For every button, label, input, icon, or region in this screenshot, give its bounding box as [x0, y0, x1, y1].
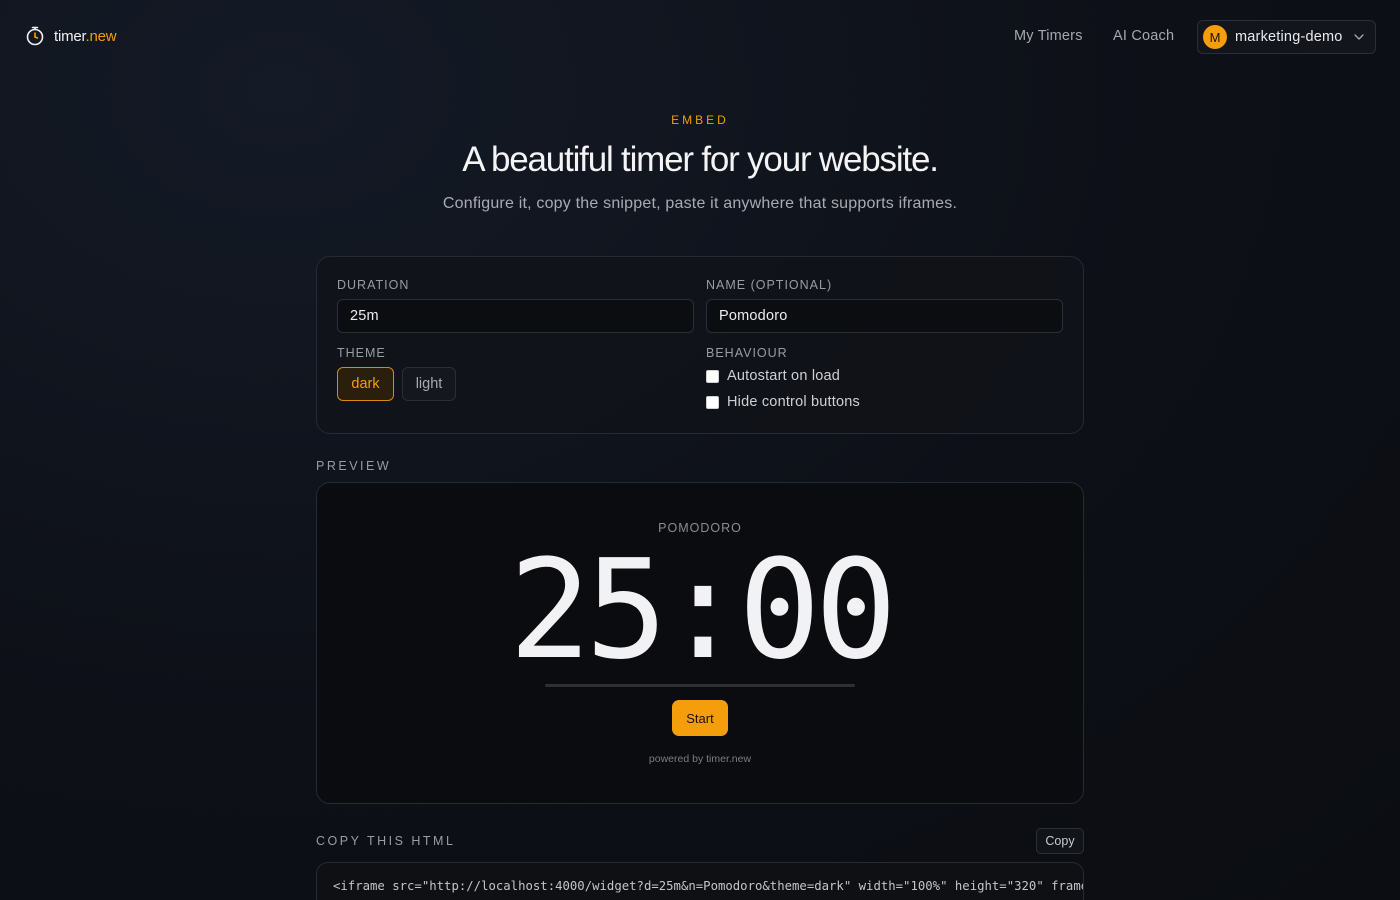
preview-start-button[interactable]: Start — [672, 700, 728, 736]
embed-code: <iframe src="http://localhost:4000/widge… — [333, 879, 1083, 893]
copy-button[interactable]: Copy — [1036, 828, 1084, 854]
avatar: M — [1203, 25, 1227, 49]
duration-label: DURATION — [337, 278, 410, 292]
hide-controls-checkbox[interactable] — [706, 395, 719, 409]
user-name: marketing-demo — [1235, 29, 1343, 45]
page-subtitle: Configure it, copy the snippet, paste it… — [442, 195, 958, 212]
theme-light-button[interactable]: light — [402, 367, 456, 401]
hide-controls-label: Hide control buttons — [727, 394, 860, 410]
theme-dark-button[interactable]: dark — [337, 367, 394, 401]
preview-section-label: PREVIEW — [316, 459, 392, 473]
nav-ai-coach[interactable]: AI Coach — [1113, 28, 1174, 44]
hide-controls-option[interactable]: Hide control buttons — [706, 394, 860, 410]
autostart-label: Autostart on load — [727, 368, 841, 384]
stopwatch-icon — [26, 26, 44, 46]
theme-label: THEME — [337, 346, 386, 360]
embed-code-box[interactable]: <iframe src="http://localhost:4000/widge… — [316, 862, 1084, 900]
powered-by-text: powered by timer.new — [648, 753, 752, 765]
preview-timer-display: 25:00 — [508, 531, 897, 690]
chevron-down-icon — [1354, 34, 1364, 40]
top-header: timer.new My Timers AI Coach M marketing… — [0, 0, 1400, 74]
preview-progress-bar — [545, 684, 855, 687]
name-input[interactable] — [706, 299, 1063, 333]
nav-my-timers[interactable]: My Timers — [1014, 28, 1083, 44]
eyebrow-label: EMBED — [671, 113, 729, 127]
autostart-checkbox[interactable] — [706, 369, 719, 383]
name-label: NAME (OPTIONAL) — [706, 278, 833, 292]
brand-logo[interactable]: timer.new — [25, 26, 117, 46]
user-menu-button[interactable]: M marketing-demo — [1197, 20, 1376, 54]
snippet-section-label: COPY THIS HTML — [316, 834, 456, 848]
page-title: A beautiful timer for your website. — [462, 140, 939, 179]
behaviour-label: BEHAVIOUR — [706, 346, 788, 360]
timer-preview: POMODORO 25:00 Start powered by timer.ne… — [316, 482, 1084, 804]
config-card: DURATION NAME (OPTIONAL) THEME dark ligh… — [316, 256, 1084, 434]
duration-input[interactable] — [337, 299, 694, 333]
brand-name: timer.new — [54, 27, 117, 45]
autostart-option[interactable]: Autostart on load — [706, 368, 840, 384]
